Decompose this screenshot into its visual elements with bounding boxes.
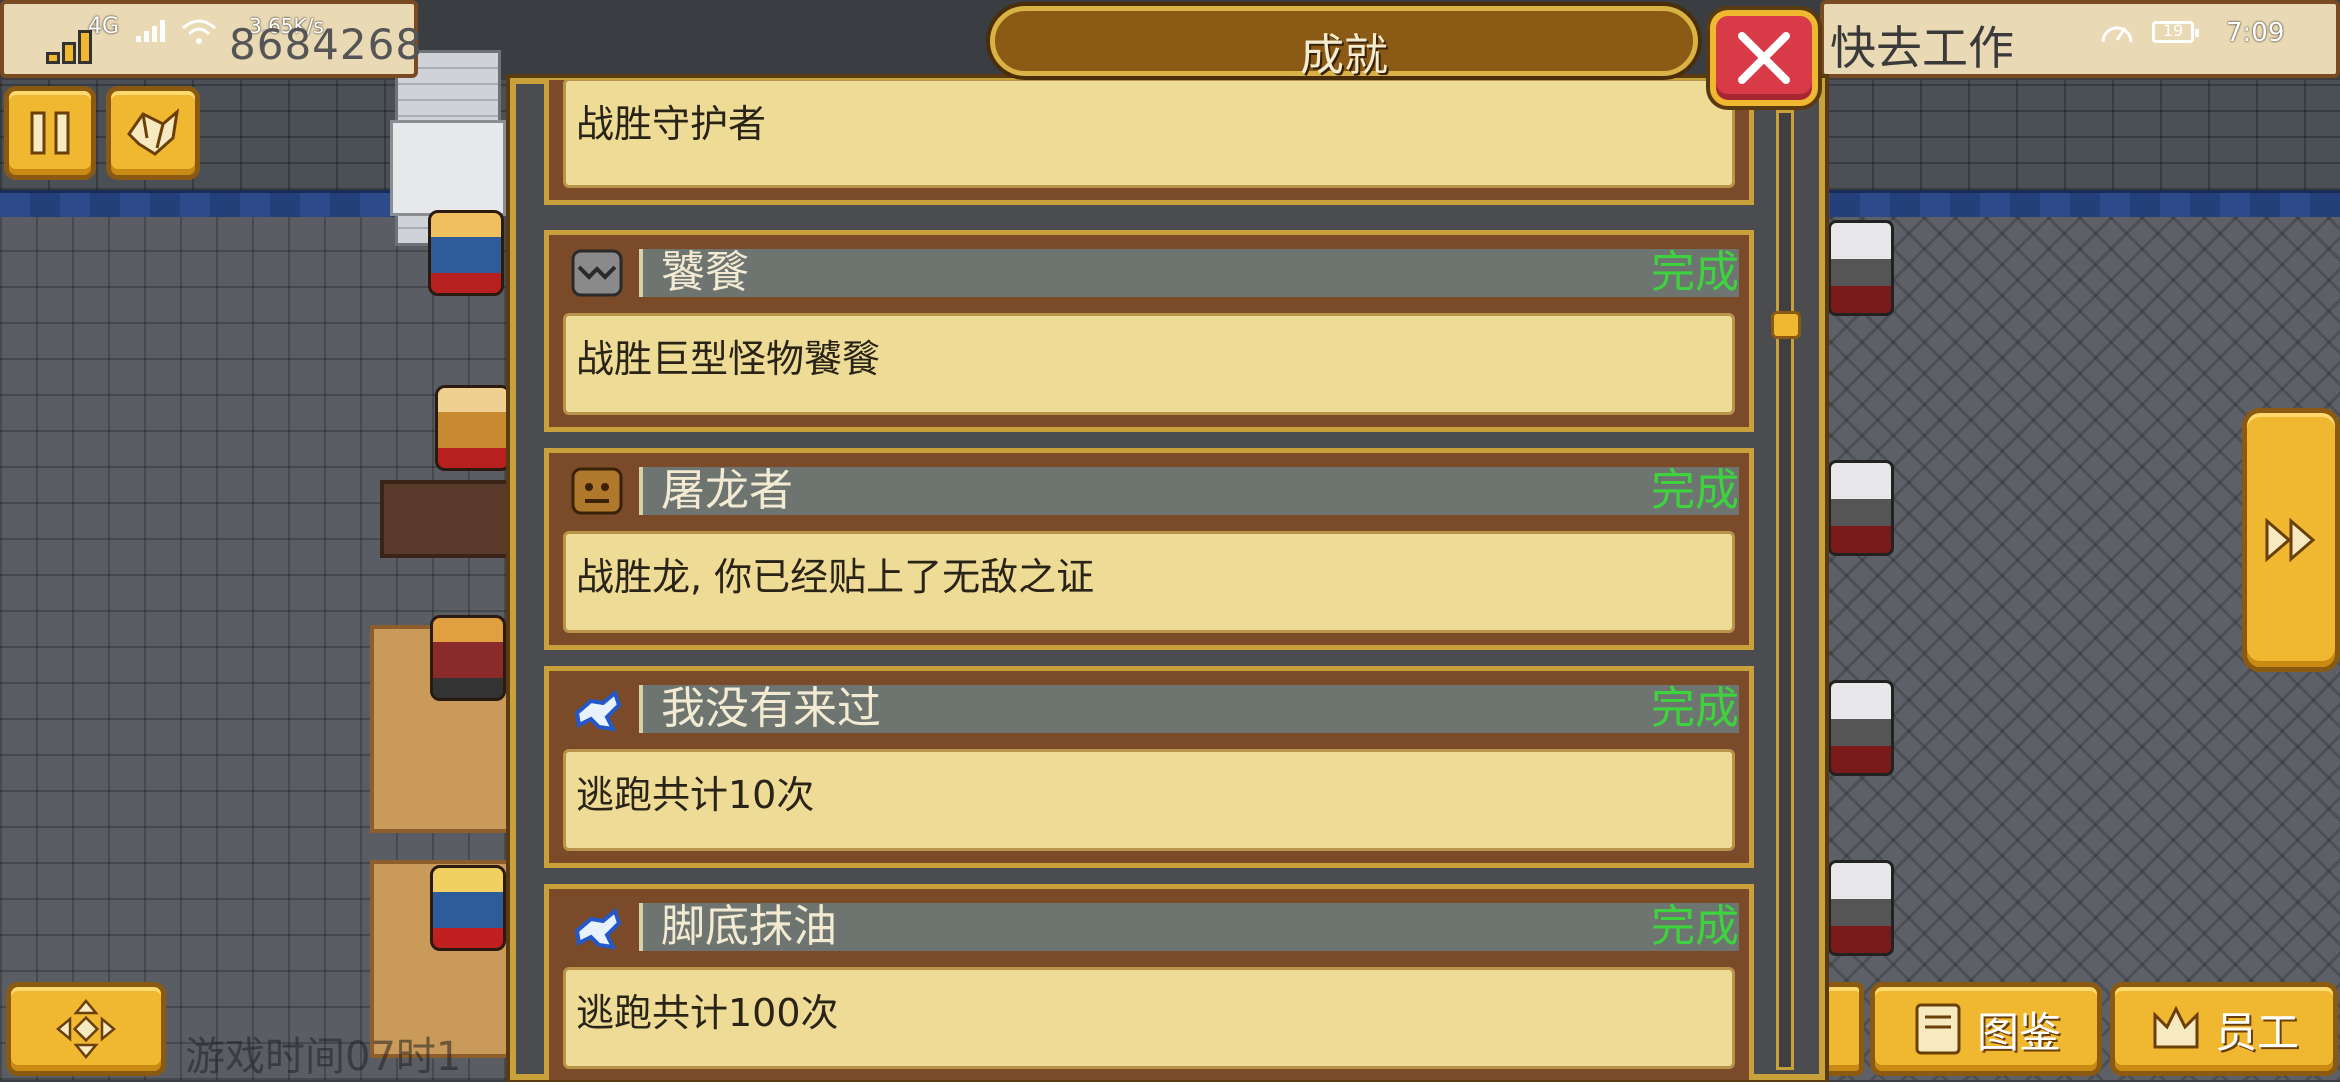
- achievement-desc-box: 战胜龙, 你已经贴上了无敌之证: [563, 531, 1735, 633]
- achievement-desc-box: 逃跑共计10次: [563, 749, 1735, 851]
- double-chevron-right-icon: [2265, 517, 2316, 563]
- game-time-tip: 游戏时间07时1: [185, 1034, 462, 1080]
- achievement-description: 战胜龙, 你已经贴上了无敌之证: [576, 555, 1095, 599]
- scroll-thumb[interactable]: [1771, 311, 1801, 339]
- achievement-name: 脚底抹油: [661, 901, 837, 952]
- bottom-tab-edge[interactable]: [1822, 982, 1864, 1076]
- pause-icon: [30, 111, 70, 155]
- achievement-status: 完成: [1651, 247, 1739, 298]
- achievement-description: 逃跑共计100次: [576, 991, 839, 1035]
- modal-title: 成就: [1300, 30, 1388, 81]
- npc-scholar[interactable]: [430, 865, 506, 951]
- achievement-name: 我没有来过: [661, 683, 881, 734]
- work-prompt: 快去工作: [1830, 21, 2014, 75]
- gold-amount: 8684268: [229, 20, 424, 69]
- customer-knight[interactable]: [1828, 220, 1894, 316]
- dragon-icon: [571, 467, 623, 515]
- runner-icon: [574, 907, 622, 950]
- achievement-card[interactable]: 脚底抹油 完成 逃跑共计100次: [544, 884, 1754, 1080]
- achievement-name-bar: 饕餮 完成: [639, 249, 1739, 297]
- npc-blacksmith[interactable]: [435, 385, 511, 471]
- npc-viking[interactable]: [430, 615, 506, 701]
- map-icon: [127, 108, 180, 156]
- speed-gauge-icon: [2101, 26, 2133, 43]
- achievement-header: 饕餮 完成: [569, 245, 1739, 299]
- achievement-list[interactable]: 战胜守护者 饕餮 完成 战胜巨型怪物饕餮 屠龙者 完成 战胜龙, 你已经贴上了无…: [530, 80, 1770, 1080]
- achievement-card[interactable]: 屠龙者 完成 战胜龙, 你已经贴上了无敌之证: [544, 448, 1754, 650]
- achievement-description: 战胜巨型怪物饕餮: [576, 337, 881, 381]
- achievement-header: 屠龙者 完成: [569, 463, 1739, 517]
- work-panel[interactable]: 快去工作 19 7:09: [1820, 0, 2340, 78]
- beast-icon: [571, 249, 623, 297]
- achievement-header: 我没有来过 完成: [569, 681, 1739, 735]
- achievement-desc-box: 战胜守护者: [563, 80, 1735, 188]
- gold-panel: 4G 3.65K/s 8684268: [0, 0, 422, 78]
- book-icon: [1915, 1003, 1961, 1055]
- staff-label: 员工: [2214, 1007, 2299, 1057]
- achievement-header: 脚底抹油 完成: [569, 899, 1739, 953]
- staff-button[interactable]: 员工: [2110, 982, 2338, 1076]
- customer-knight[interactable]: [1828, 860, 1894, 956]
- expand-right-button[interactable]: [2242, 408, 2340, 672]
- encyclopedia-label: 图鉴: [1976, 1007, 2061, 1057]
- dpad-icon: [56, 999, 116, 1059]
- achievement-status: 完成: [1651, 901, 1739, 952]
- battery-icon: 19: [2152, 21, 2199, 43]
- network-type: 4G: [88, 14, 120, 39]
- customer-knight[interactable]: [1828, 680, 1894, 776]
- achievement-card[interactable]: 战胜守护者: [544, 80, 1754, 205]
- achievement-status: 完成: [1651, 465, 1739, 516]
- wifi-icon: [182, 19, 216, 44]
- anvil-station: [380, 480, 518, 558]
- close-icon: [1738, 32, 1790, 84]
- encyclopedia-button[interactable]: 图鉴: [1870, 982, 2102, 1076]
- achievement-card[interactable]: 我没有来过 完成 逃跑共计10次: [544, 666, 1754, 868]
- achievement-name: 饕餮: [661, 247, 749, 298]
- move-button[interactable]: [6, 982, 166, 1076]
- achievement-name-bar: 屠龙者 完成: [639, 467, 1739, 515]
- achievement-description: 逃跑共计10次: [576, 773, 815, 817]
- achievement-description: 战胜守护者: [576, 102, 767, 146]
- achievement-name-bar: 脚底抹油 完成: [639, 903, 1739, 951]
- customer-knight[interactable]: [1828, 460, 1894, 556]
- clock: 7:09: [2226, 18, 2285, 48]
- map-button[interactable]: [106, 86, 200, 180]
- crown-icon: [2153, 1005, 2199, 1049]
- npc-fire-mage[interactable]: [428, 210, 504, 296]
- signal-icon: [136, 20, 165, 42]
- achievement-desc-box: 战胜巨型怪物饕餮: [563, 313, 1735, 415]
- achievement-name-bar: 我没有来过 完成: [639, 685, 1739, 733]
- achievement-desc-box: 逃跑共计100次: [563, 967, 1735, 1069]
- achievement-scrollbar[interactable]: [1771, 110, 1801, 1070]
- runner-icon: [574, 689, 622, 732]
- fireplace: [390, 120, 506, 216]
- achievement-status: 完成: [1651, 683, 1739, 734]
- close-button[interactable]: [1710, 10, 1818, 106]
- achievement-card[interactable]: 饕餮 完成 战胜巨型怪物饕餮: [544, 230, 1754, 432]
- pause-button[interactable]: [4, 86, 96, 180]
- achievement-name: 屠龙者: [661, 465, 793, 516]
- modal-title-bar: 成就: [990, 6, 1698, 81]
